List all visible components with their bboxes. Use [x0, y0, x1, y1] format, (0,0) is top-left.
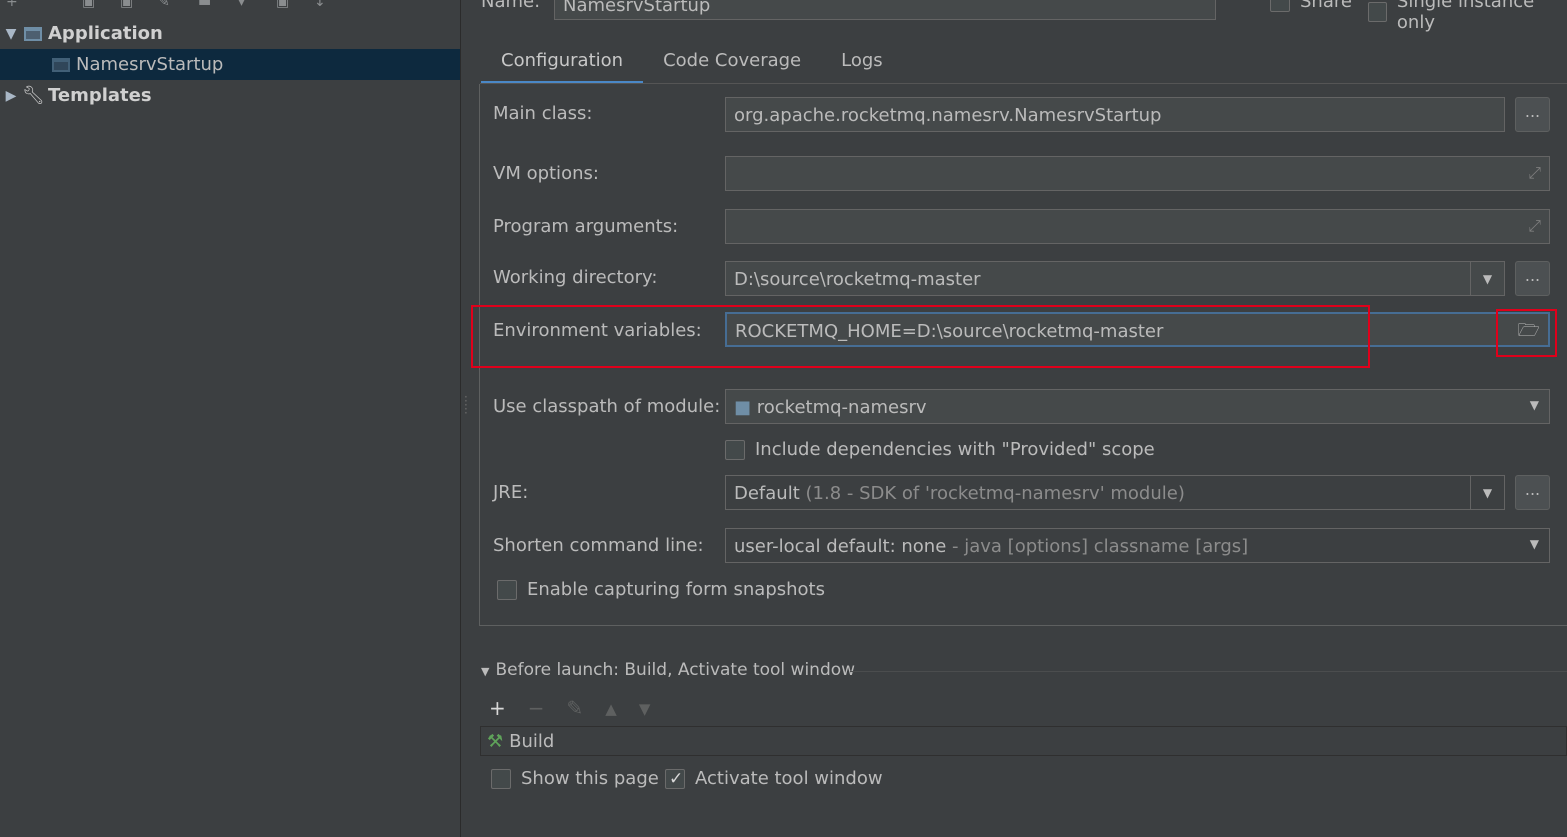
include-provided-label: Include dependencies with "Provided" sco… — [755, 439, 1155, 460]
main-class-field[interactable]: org.apache.rocketmq.namesrv.NamesrvStart… — [725, 97, 1505, 132]
name-field[interactable]: NamesrvStartup — [554, 0, 1216, 20]
snapshots-label: Enable capturing form snapshots — [527, 579, 825, 600]
remove-icon[interactable]: − — [528, 696, 545, 722]
classpath-module-select[interactable]: ■ rocketmq-namesrv ▼ — [725, 389, 1550, 424]
snapshots-option[interactable]: Enable capturing form snapshots — [497, 579, 825, 600]
move-down-icon[interactable]: ▾ — [238, 0, 245, 10]
show-page-option[interactable]: Show this page — [491, 768, 659, 789]
classpath-module-label: Use classpath of module: — [493, 396, 721, 417]
before-launch-list: ⚒︎ Build — [480, 726, 1567, 756]
splitter-handle[interactable]: · · · · · — [464, 391, 468, 419]
move-down-icon[interactable]: ▼ — [639, 696, 651, 722]
program-arguments-field[interactable]: ⤢ — [725, 209, 1550, 244]
highlight-box — [1496, 309, 1557, 357]
classpath-module-value: rocketmq-namesrv — [756, 397, 927, 418]
edit-icon[interactable]: ✎ — [158, 0, 170, 10]
shorten-cmd-select[interactable]: user-local default: none - java [options… — [725, 528, 1550, 563]
main-class-label: Main class: — [493, 103, 593, 124]
shorten-cmd-hint: - java [options] classname [args] — [952, 536, 1249, 557]
list-item[interactable]: Build — [509, 731, 554, 752]
expand-arrow-icon[interactable]: ▼ — [0, 26, 22, 42]
tree-item-templates[interactable]: ▶ 🔧︎ Templates — [0, 80, 460, 111]
collapse-arrow-icon[interactable]: ▼ — [481, 665, 489, 678]
collapse-arrow-icon[interactable]: ▶ — [0, 88, 22, 104]
single-instance-option[interactable]: Single instance only — [1368, 0, 1567, 33]
tree-item-label: NamesrvStartup — [76, 54, 224, 75]
module-folder-icon: ■ — [734, 397, 752, 418]
working-directory-browse-button[interactable]: ... — [1515, 261, 1550, 296]
folder-add-icon[interactable]: ▣ — [276, 0, 289, 10]
share-option[interactable]: Share — [1270, 0, 1352, 12]
include-provided-checkbox[interactable] — [725, 439, 745, 460]
program-arguments-label: Program arguments: — [493, 216, 679, 237]
snapshots-checkbox[interactable] — [497, 579, 517, 600]
working-directory-label: Working directory: — [493, 267, 658, 288]
chevron-down-icon[interactable]: ▼ — [1470, 476, 1504, 509]
vm-options-field[interactable]: ⤢ — [725, 156, 1550, 191]
application-icon — [50, 56, 72, 74]
tree-item-application[interactable]: ▼ Application — [0, 18, 460, 49]
working-directory-field[interactable]: D:\source\rocketmq-master ▼ — [725, 261, 1505, 296]
jre-hint: (1.8 - SDK of 'rocketmq-namesrv' module) — [805, 483, 1185, 504]
sort-icon[interactable]: ↓ — [314, 0, 326, 10]
add-icon[interactable]: + — [489, 696, 506, 722]
show-page-label: Show this page — [521, 768, 659, 789]
show-page-checkbox[interactable] — [491, 768, 511, 789]
before-launch-title: Before launch: Build, Activate tool wind… — [495, 660, 856, 680]
chevron-down-icon[interactable]: ▼ — [1530, 537, 1539, 551]
jre-browse-button[interactable]: ... — [1515, 475, 1550, 510]
chevron-down-icon[interactable]: ▼ — [1470, 262, 1504, 295]
tab-configuration[interactable]: Configuration — [481, 44, 644, 84]
before-launch-toolbar: + − ✎ ▲ ▼ — [489, 696, 650, 722]
move-up-icon[interactable]: ▬ — [198, 0, 211, 10]
activate-tool-option[interactable]: Activate tool window — [665, 768, 883, 789]
name-label: Name: — [481, 0, 541, 12]
shorten-cmd-label: Shorten command line: — [493, 535, 704, 556]
tree-item-namesrvstartup[interactable]: NamesrvStartup — [0, 49, 460, 80]
working-directory-value: D:\source\rocketmq-master — [734, 269, 981, 290]
run-config-tree: + ▣ ▣ ✎ ▬ ▾ ▣ ↓ ▼ Application NamesrvSta… — [0, 0, 461, 837]
activate-tool-checkbox[interactable] — [665, 768, 685, 789]
hammer-icon: ⚒︎ — [487, 730, 504, 752]
vm-options-label: VM options: — [493, 163, 599, 184]
tree-item-label: Templates — [48, 85, 152, 106]
single-instance-label: Single instance only — [1396, 0, 1535, 33]
expand-icon[interactable]: ⤢ — [1528, 163, 1541, 183]
expand-icon[interactable]: ⤢ — [1528, 216, 1541, 236]
tab-code-coverage[interactable]: Code Coverage — [643, 44, 821, 84]
jre-select[interactable]: Default (1.8 - SDK of 'rocketmq-namesrv'… — [725, 475, 1505, 510]
include-provided-option[interactable]: Include dependencies with "Provided" sco… — [725, 439, 1155, 460]
tab-bar: Configuration Code Coverage Logs — [481, 44, 903, 84]
before-launch-header[interactable]: ▼ Before launch: Build, Activate tool win… — [481, 660, 855, 680]
wrench-icon: 🔧︎ — [22, 84, 45, 106]
highlight-box — [471, 305, 1370, 368]
activate-tool-label: Activate tool window — [695, 768, 883, 789]
application-icon — [22, 25, 44, 43]
share-checkbox[interactable] — [1270, 0, 1290, 12]
add-icon[interactable]: + — [6, 0, 18, 10]
jre-label: JRE: — [493, 482, 529, 503]
tree-item-label: Application — [48, 23, 163, 44]
save-icon[interactable]: ▣ — [120, 0, 133, 10]
move-up-icon[interactable]: ▲ — [605, 696, 617, 722]
copy-icon[interactable]: ▣ — [82, 0, 95, 10]
tab-logs[interactable]: Logs — [821, 44, 903, 84]
jre-value: Default — [734, 483, 800, 504]
chevron-down-icon[interactable]: ▼ — [1530, 398, 1539, 412]
separator — [850, 671, 1567, 672]
edit-icon[interactable]: ✎ — [567, 696, 584, 722]
shorten-cmd-value: user-local default: none — [734, 536, 947, 557]
main-class-browse-button[interactable]: ... — [1515, 97, 1550, 132]
single-instance-checkbox[interactable] — [1368, 2, 1387, 22]
share-label: Share — [1300, 0, 1352, 12]
